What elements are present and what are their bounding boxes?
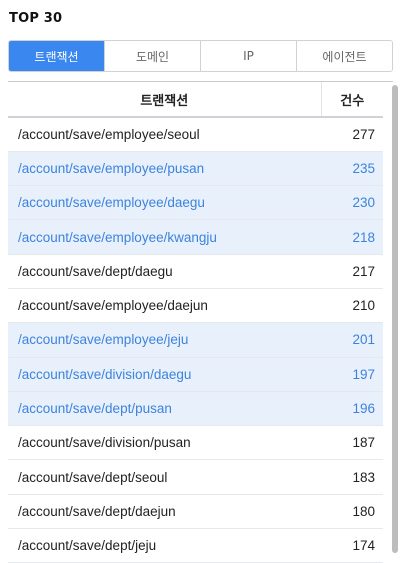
- transaction-name[interactable]: /account/save/dept/daejun: [8, 494, 321, 530]
- table-row[interactable]: /account/save/division/pusan 187: [8, 425, 383, 461]
- transaction-name[interactable]: /account/save/division/daegu: [8, 357, 321, 392]
- table-row[interactable]: /account/save/employee/jeju 201: [8, 322, 383, 358]
- transaction-name[interactable]: /account/save/dept/seoul: [8, 459, 321, 495]
- table-row[interactable]: /account/save/dept/seoul 183: [8, 459, 383, 495]
- transaction-count: 201: [321, 322, 383, 358]
- transaction-count: 197: [321, 357, 383, 392]
- table-row[interactable]: /account/save/dept/daegu 217: [8, 254, 383, 289]
- transaction-count: 183: [321, 459, 383, 495]
- tab-ip[interactable]: IP: [200, 41, 296, 71]
- transaction-count: 196: [321, 391, 383, 427]
- column-header-transaction[interactable]: 트랜잭션: [8, 82, 322, 118]
- transaction-count: 174: [321, 528, 383, 563]
- transaction-name[interactable]: /account/save/division/pusan: [8, 425, 321, 461]
- transaction-name[interactable]: /account/save/dept/jeju: [8, 528, 321, 563]
- transaction-name[interactable]: /account/save/employee/jeju: [8, 322, 321, 358]
- table-row[interactable]: /account/save/employee/daejun 210: [8, 288, 383, 324]
- table-body: /account/save/employee/seoul 277/account/…: [8, 117, 383, 563]
- table-row[interactable]: /account/save/dept/daejun 180: [8, 494, 383, 530]
- transaction-count: 277: [321, 117, 383, 152]
- transaction-count: 210: [321, 288, 383, 324]
- transaction-name[interactable]: /account/save/employee/seoul: [8, 117, 321, 152]
- transaction-name[interactable]: /account/save/employee/kwangju: [8, 219, 321, 255]
- transaction-count: 218: [321, 219, 383, 255]
- page-title: TOP 30: [9, 11, 63, 26]
- tab-transaction[interactable]: 트랜잭션: [9, 41, 104, 71]
- top30-table-container: 트랜잭션 건수 /account/save/employee/seoul 277/…: [8, 81, 393, 563]
- table-row[interactable]: /account/save/employee/daegu 230: [8, 185, 383, 221]
- transaction-count: 217: [321, 254, 383, 289]
- top30-table: 트랜잭션 건수 /account/save/employee/seoul 277/…: [8, 82, 383, 563]
- transaction-name[interactable]: /account/save/employee/pusan: [8, 151, 321, 187]
- transaction-count: 235: [321, 151, 383, 187]
- table-header-row: 트랜잭션 건수: [8, 82, 383, 118]
- table-row[interactable]: /account/save/dept/pusan 196: [8, 391, 383, 427]
- table-row[interactable]: /account/save/dept/jeju 174: [8, 528, 383, 563]
- tab-domain[interactable]: 도메인: [104, 41, 200, 71]
- table-row[interactable]: /account/save/employee/kwangju 218: [8, 219, 383, 255]
- transaction-count: 230: [321, 185, 383, 221]
- table-row[interactable]: /account/save/employee/pusan 235: [8, 151, 383, 187]
- transaction-count: 187: [321, 425, 383, 461]
- table-row[interactable]: /account/save/division/daegu 197: [8, 357, 383, 392]
- transaction-name[interactable]: /account/save/dept/daegu: [8, 254, 321, 289]
- transaction-name[interactable]: /account/save/employee/daegu: [8, 185, 321, 221]
- transaction-count: 180: [321, 494, 383, 530]
- transaction-name[interactable]: /account/save/dept/pusan: [8, 391, 321, 427]
- table-row[interactable]: /account/save/employee/seoul 277: [8, 117, 383, 152]
- tab-bar: 트랜잭션 도메인 IP 에이전트: [8, 40, 393, 72]
- transaction-name[interactable]: /account/save/employee/daejun: [8, 288, 321, 324]
- vertical-scrollbar[interactable]: [392, 85, 398, 553]
- column-header-count[interactable]: 건수: [321, 82, 383, 118]
- tab-agent[interactable]: 에이전트: [296, 41, 392, 71]
